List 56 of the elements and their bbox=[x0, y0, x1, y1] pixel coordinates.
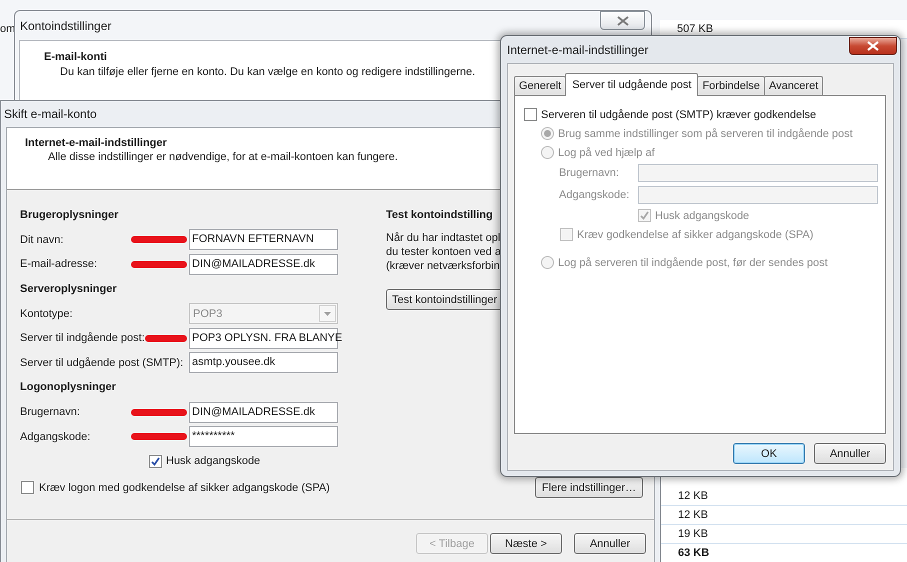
section-heading: Serveroplysninger bbox=[20, 283, 117, 296]
size-cell: 507 KB bbox=[677, 23, 714, 35]
close-icon bbox=[616, 16, 628, 26]
close-icon bbox=[867, 41, 879, 51]
checkbox[interactable] bbox=[524, 108, 537, 121]
dialog-button[interactable]: Næste > bbox=[490, 533, 562, 554]
page-heading: Internet-e-mail-indstillinger bbox=[25, 137, 168, 149]
window-title: Kontoindstillinger bbox=[20, 18, 112, 32]
checkbox[interactable] bbox=[21, 481, 34, 494]
section-heading: Brugeroplysninger bbox=[20, 209, 118, 222]
field-label: Dit navn: bbox=[20, 234, 64, 246]
description-line: Når du har indtastet opl bbox=[386, 231, 500, 245]
input-field[interactable]: DIN@MAILADRESSE.dk bbox=[189, 254, 338, 275]
field-label: Server til udgående post (SMTP): bbox=[20, 356, 184, 369]
checkbox-label: Husk adgangskode bbox=[655, 210, 750, 222]
radio-label: Log på ved hjælp af bbox=[558, 146, 655, 158]
input-field[interactable]: DIN@MAILADRESSE.dk bbox=[189, 402, 338, 423]
checkbox-label: Husk adgangskode bbox=[166, 455, 260, 468]
input-field[interactable]: FORNAVN EFTERNAVN bbox=[189, 229, 338, 250]
field-label: Kontotype: bbox=[20, 308, 73, 320]
input-field[interactable]: ********** bbox=[189, 426, 338, 448]
checkbox-label: Kræv logon med godkendelse af sikker adgangskode (SPA) bbox=[39, 482, 330, 494]
checkbox-label: Serveren til udgående post (SMTP) kræver godkendelse bbox=[541, 108, 816, 120]
tab[interactable]: Server til udgående post bbox=[565, 73, 698, 96]
more-settings-button[interactable]: Flere indstillinger… bbox=[535, 477, 643, 498]
section-heading: Logonoplysninger bbox=[20, 381, 116, 394]
size-cell: 19 KB bbox=[678, 528, 708, 540]
field-label: Brugernavn: bbox=[20, 406, 80, 418]
close-button[interactable] bbox=[849, 37, 897, 55]
field-label: Server til indgående post: bbox=[20, 332, 145, 344]
tab[interactable]: Forbindelse bbox=[697, 76, 765, 95]
radio-label: Log på serveren til indgående post, før der sendes post bbox=[558, 256, 828, 268]
size-cell: 12 KB bbox=[678, 490, 708, 502]
radio-label: Brug samme indstillinger som på serveren til indgående post bbox=[558, 128, 853, 140]
section-heading: Test kontoindstilling bbox=[386, 208, 493, 223]
field-label: Adgangskode: bbox=[559, 189, 630, 201]
description-line: (kræver netværksforbin bbox=[386, 259, 500, 273]
window-title: Skift e-mail-konto bbox=[4, 107, 97, 121]
dialog-button[interactable]: Annuller bbox=[814, 443, 886, 464]
description-text: Du kan tilføje eller fjerne en konto. Du kan vælge en konto og redigere indstillingerne. bbox=[59, 66, 476, 78]
size-cell: 12 KB bbox=[678, 509, 708, 521]
caret-icon bbox=[324, 312, 331, 316]
input-field[interactable]: asmtp.yousee.dk bbox=[189, 352, 338, 374]
field-label: E-mail-adresse: bbox=[20, 258, 98, 270]
tab[interactable]: Avanceret bbox=[764, 76, 824, 95]
size-cell: 63 KB bbox=[678, 547, 710, 559]
description-text: Alle disse indstillinger er nødvendige, for at e-mail-kontoen kan fungere. bbox=[47, 151, 398, 163]
field-label: Adgangskode: bbox=[20, 430, 90, 443]
tab[interactable]: Generelt bbox=[514, 76, 566, 95]
checkbox-label: Kræv godkendelse af sikker adgangskode (SPA) bbox=[577, 228, 814, 240]
dialog-button[interactable]: OK bbox=[733, 443, 805, 464]
window-title: Internet-e-mail-indstillinger bbox=[507, 42, 648, 56]
checkbox[interactable] bbox=[149, 454, 162, 468]
field-label: Brugernavn: bbox=[559, 167, 620, 179]
dialog-button[interactable]: Annuller bbox=[574, 533, 646, 554]
section-heading: E-mail-konti bbox=[44, 51, 108, 63]
